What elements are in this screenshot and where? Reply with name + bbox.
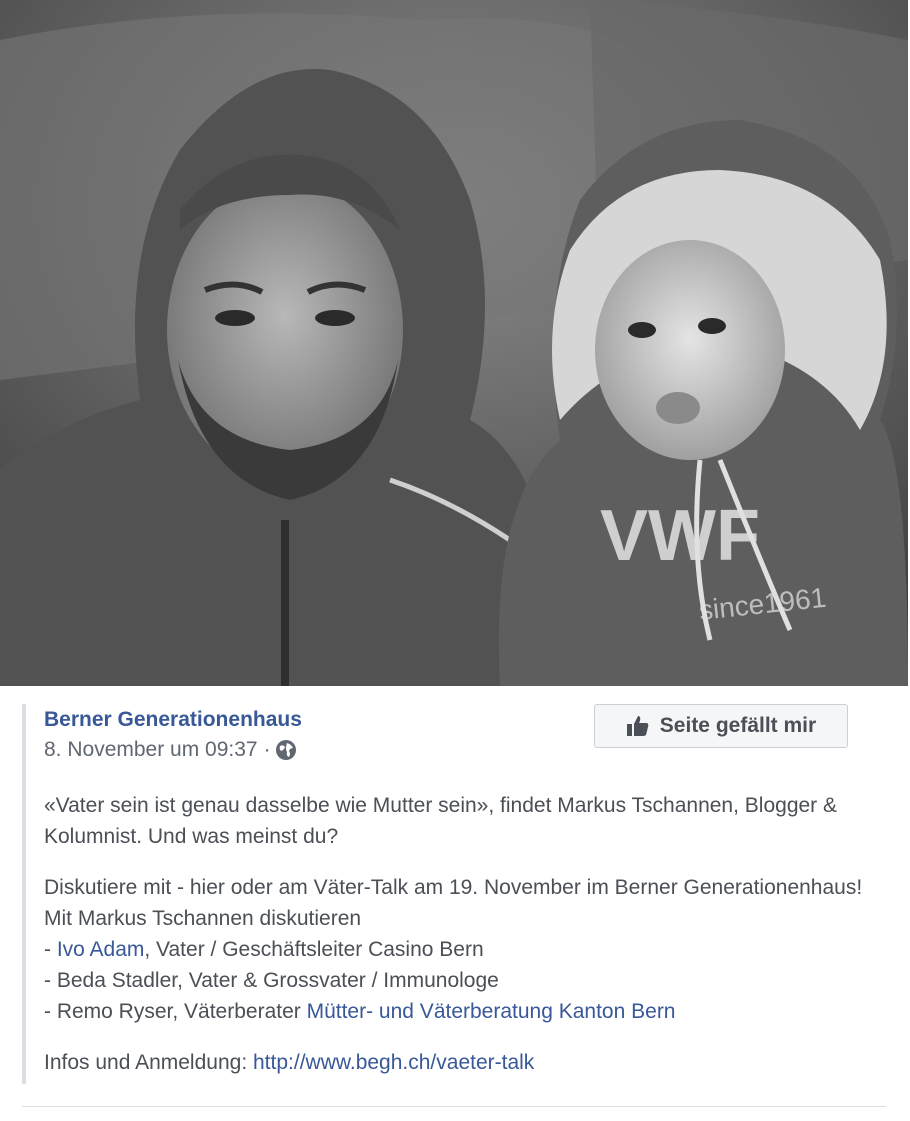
globe-icon[interactable] bbox=[275, 739, 297, 761]
post-divider bbox=[22, 1106, 886, 1107]
post-photo[interactable]: VWF since1961 bbox=[0, 0, 908, 686]
page-like-button[interactable]: Seite gefällt mir bbox=[594, 704, 848, 748]
speaker-2: - Beda Stadler, Vater & Grossvater / Imm… bbox=[44, 969, 499, 992]
post-paragraph-2: Diskutiere mit - hier oder am Väter-Talk… bbox=[44, 872, 884, 1027]
speaker-1-prefix: - bbox=[44, 938, 57, 961]
meta-separator: · bbox=[263, 738, 271, 761]
post-body: Berner Generationenhaus 8. November um 0… bbox=[22, 704, 890, 1084]
post-paragraph-3: Infos und Anmeldung: http://www.begh.ch/… bbox=[44, 1047, 884, 1078]
speaker-1-rest: , Vater / Geschäftsleiter Casino Bern bbox=[144, 938, 484, 961]
info-label: Infos und Anmeldung: bbox=[44, 1051, 253, 1074]
post-paragraph-1: «Vater sein ist genau dasselbe wie Mutte… bbox=[44, 794, 838, 848]
speaker-1-link[interactable]: Ivo Adam bbox=[57, 938, 145, 961]
info-url-link[interactable]: http://www.begh.ch/vaeter-talk bbox=[253, 1051, 534, 1074]
thumbs-up-icon bbox=[626, 716, 649, 736]
post-text: «Vater sein ist genau dasselbe wie Mutte… bbox=[44, 790, 884, 1098]
post-meta: 8. November um 09:37 · bbox=[44, 738, 297, 762]
photo-logo-text: VWF bbox=[600, 496, 760, 576]
like-button-label: Seite gefällt mir bbox=[659, 714, 817, 737]
page-name-link[interactable]: Berner Generationenhaus bbox=[44, 708, 302, 732]
speaker-3-link[interactable]: Mütter- und Väterberatung Kanton Bern bbox=[307, 1000, 676, 1023]
post-timestamp[interactable]: 8. November um 09:37 bbox=[44, 738, 258, 762]
speaker-3-prefix: - Remo Ryser, Väterberater bbox=[44, 1000, 307, 1023]
paragraph-2-intro: Diskutiere mit - hier oder am Väter-Talk… bbox=[44, 876, 863, 930]
photo-illustration: VWF since1961 bbox=[0, 0, 908, 686]
